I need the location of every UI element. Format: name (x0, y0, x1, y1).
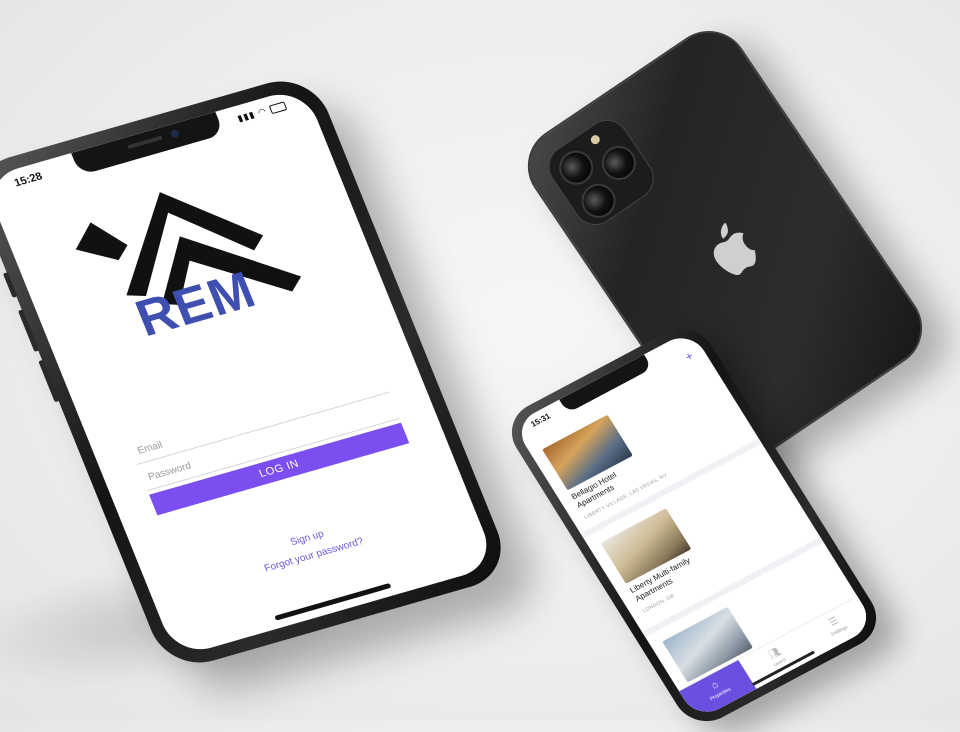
apple-logo-icon (713, 222, 756, 275)
plus-icon[interactable]: + (682, 349, 696, 364)
mute-switch (2, 272, 18, 298)
camera-lens-icon (574, 177, 623, 225)
status-time: 15:28 (12, 170, 45, 190)
camera-lens-icon (595, 139, 643, 187)
status-icons: ▮▮▮ ◠ (236, 100, 288, 124)
signal-icon: ▮▮▮ (235, 109, 257, 124)
camera-module (540, 111, 663, 234)
front-camera (169, 128, 181, 139)
flash-icon (589, 133, 602, 146)
wifi-icon: ◠ (256, 105, 269, 118)
status-time: 15:31 (529, 411, 553, 429)
speaker (126, 135, 164, 150)
volume-down-button (38, 359, 60, 403)
volume-up-button (17, 309, 40, 352)
battery-icon (268, 101, 288, 115)
